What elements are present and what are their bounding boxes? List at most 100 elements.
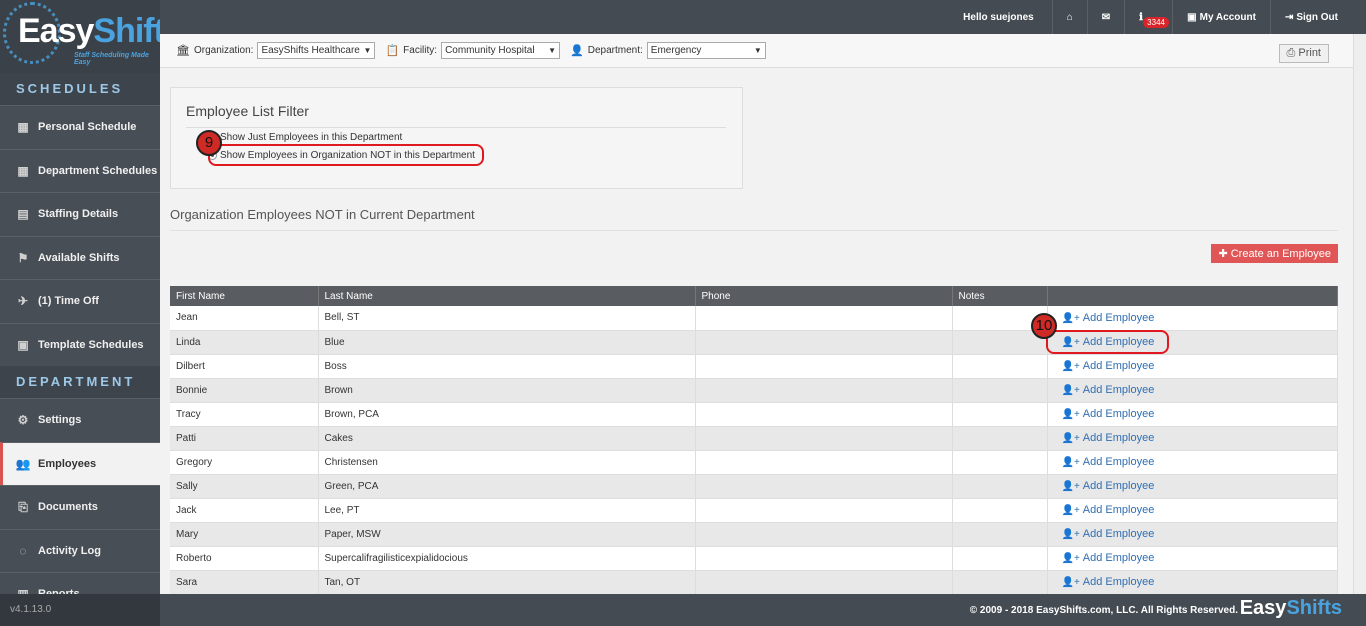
first-name-cell: Jean (170, 306, 319, 331)
notes-cell (952, 450, 1048, 475)
create-employee-button[interactable]: ✚ Create an Employee (1211, 244, 1338, 263)
last-name-cell: Brown, PCA (318, 402, 696, 427)
sidebar-item-personal-schedule[interactable]: ▦ Personal Schedule (0, 105, 160, 149)
first-name-cell: Sara (170, 570, 319, 594)
first-name-cell: Roberto (170, 546, 319, 571)
comments-icon: ◌ (19, 543, 27, 558)
step-marker-9: 9 (196, 130, 222, 156)
table-row: Patti Cakes 👤+ Add Employee (170, 426, 1338, 451)
facility-label: Facility: (403, 45, 438, 56)
actions-cell: 👤+ Add Employee (1047, 546, 1338, 571)
calendar-icon: ▣ (17, 337, 29, 352)
notifications-button[interactable]: ℹ 3344 (1124, 0, 1172, 34)
user-plus-icon: 👤+ (1061, 433, 1080, 444)
column-header-phone: Phone (695, 286, 953, 306)
step-marker-10: 10 (1031, 313, 1057, 339)
phone-cell (695, 450, 953, 475)
table-row: Tracy Brown, PCA 👤+ Add Employee (170, 402, 1338, 427)
sidebar-item-staffing-details[interactable]: ▤ Staffing Details (0, 192, 160, 236)
radio-just-department[interactable]: Show Just Employees in this Department (208, 132, 402, 143)
highlight-box-add-employee (1046, 330, 1169, 354)
footer-logo-easy: Easy (1239, 597, 1287, 619)
actions-cell: 👤+ Add Employee (1047, 354, 1338, 379)
print-button[interactable]: ⎙ Print (1278, 44, 1329, 63)
add-employee-link[interactable]: 👤+ Add Employee (1054, 456, 1155, 468)
department-select[interactable]: Emergency (646, 42, 766, 59)
add-employee-label: Add Employee (1082, 576, 1155, 588)
last-name-cell: Christensen (318, 450, 696, 475)
notes-cell (952, 570, 1048, 594)
last-name-cell: Bell, ST (318, 306, 696, 331)
messages-button[interactable]: ✉ (1086, 0, 1124, 34)
sidebar-item-1-time-off[interactable]: ✈ (1) Time Off (0, 279, 160, 323)
sidebar-item-available-shifts[interactable]: ⚑ Available Shifts (0, 235, 160, 279)
sidebar-item-label: Employees (38, 457, 97, 470)
add-employee-link[interactable]: 👤+ Add Employee (1054, 576, 1155, 588)
sidebar-item-label: (1) Time Off (38, 295, 99, 308)
phone-cell (695, 330, 953, 355)
sidebar-item-department-schedules[interactable]: ▦ Department Schedules (0, 148, 160, 192)
add-employee-link[interactable]: 👤+ Add Employee (1054, 504, 1155, 516)
last-name-cell: Paper, MSW (318, 522, 696, 547)
user-plus-icon: 👤+ (1061, 457, 1080, 468)
page-scrollbar[interactable] (1353, 34, 1366, 594)
notes-cell (952, 426, 1048, 451)
easyshifts-logo[interactable]: EasyShifts Staff Scheduling Made Easy (0, 0, 160, 73)
sidebar-item-label: Documents (38, 501, 98, 514)
envelope-icon: ✉ (1101, 11, 1111, 23)
user-plus-icon: 👤+ (1061, 409, 1080, 420)
my-account-label: My Account (1199, 11, 1256, 23)
add-employee-link[interactable]: 👤+ Add Employee (1054, 384, 1155, 396)
table-row: Sally Green, PCA 👤+ Add Employee (170, 474, 1338, 499)
user-plus-icon: 👤+ (1061, 481, 1080, 492)
first-name-cell: Gregory (170, 450, 319, 475)
sidebar: EasyShifts Staff Scheduling Made Easy SC… (0, 0, 160, 626)
sidebar-item-employees[interactable]: 👥 Employees (0, 441, 160, 485)
logo-tagline: Staff Scheduling Made Easy (74, 52, 149, 66)
add-employee-label: Add Employee (1082, 528, 1155, 540)
sidebar-item-template-schedules[interactable]: ▣ Template Schedules (0, 322, 160, 366)
my-account-button[interactable]: ▣ My Account (1172, 0, 1270, 34)
last-name-cell: Supercalifragilisticexpialidocious (318, 546, 696, 571)
add-employee-link[interactable]: 👤+ Add Employee (1054, 360, 1155, 372)
add-employee-link[interactable]: 👤+ Add Employee (1054, 312, 1155, 324)
user-tie-icon: 👤 (570, 45, 584, 57)
first-name-cell: Patti (170, 426, 319, 451)
section-heading: Organization Employees NOT in Current De… (170, 207, 1338, 231)
add-employee-label: Add Employee (1082, 384, 1155, 396)
phone-cell (695, 354, 953, 379)
top-bar: Hello suejones ⌂ ✉ ℹ 3344 ▣ My Account ⇥ Si… (160, 0, 1366, 34)
calendar-x-icon: ▦ (17, 120, 29, 135)
first-name-cell: Sally (170, 474, 319, 499)
table-row: Roberto Supercalifragilisticexpialidociou… (170, 546, 1338, 571)
add-employee-link[interactable]: 👤+ Add Employee (1054, 432, 1155, 444)
sidebar-item-settings[interactable]: ⚙ Settings (0, 398, 160, 442)
file-pdf-icon: ⎘ (18, 499, 28, 514)
last-name-cell: Cakes (318, 426, 696, 451)
add-employee-label: Add Employee (1082, 408, 1155, 420)
organization-select[interactable]: EasyShifts Healthcare (257, 42, 376, 59)
first-name-cell: Jack (170, 498, 319, 523)
actions-cell: 👤+ Add Employee (1047, 378, 1338, 403)
first-name-cell: Dilbert (170, 354, 319, 379)
add-employee-link[interactable]: 👤+ Add Employee (1054, 480, 1155, 492)
phone-cell (695, 402, 953, 427)
notes-cell (952, 354, 1048, 379)
sidebar-section-header: SCHEDULES (0, 73, 160, 105)
sign-out-button[interactable]: ⇥ Sign Out (1269, 0, 1366, 34)
sidebar-item-documents[interactable]: ⎘ Documents (0, 485, 160, 529)
home-icon: ⌂ (1066, 11, 1073, 23)
phone-cell (695, 522, 953, 547)
first-name-cell: Tracy (170, 402, 319, 427)
add-employee-link[interactable]: 👤+ Add Employee (1054, 552, 1155, 564)
users-icon: 👥 (15, 456, 31, 471)
table-row: Sara Tan, OT 👤+ Add Employee (170, 570, 1338, 594)
create-employee-label: Create an Employee (1230, 248, 1331, 260)
briefcase-icon: ▣ (1187, 11, 1197, 23)
add-employee-link[interactable]: 👤+ Add Employee (1054, 528, 1155, 540)
last-name-cell: Blue (318, 330, 696, 355)
add-employee-link[interactable]: 👤+ Add Employee (1054, 408, 1155, 420)
home-button[interactable]: ⌂ (1051, 0, 1087, 34)
facility-select[interactable]: Community Hospital (441, 42, 561, 59)
sidebar-item-activity-log[interactable]: ◌ Activity Log (0, 528, 160, 572)
